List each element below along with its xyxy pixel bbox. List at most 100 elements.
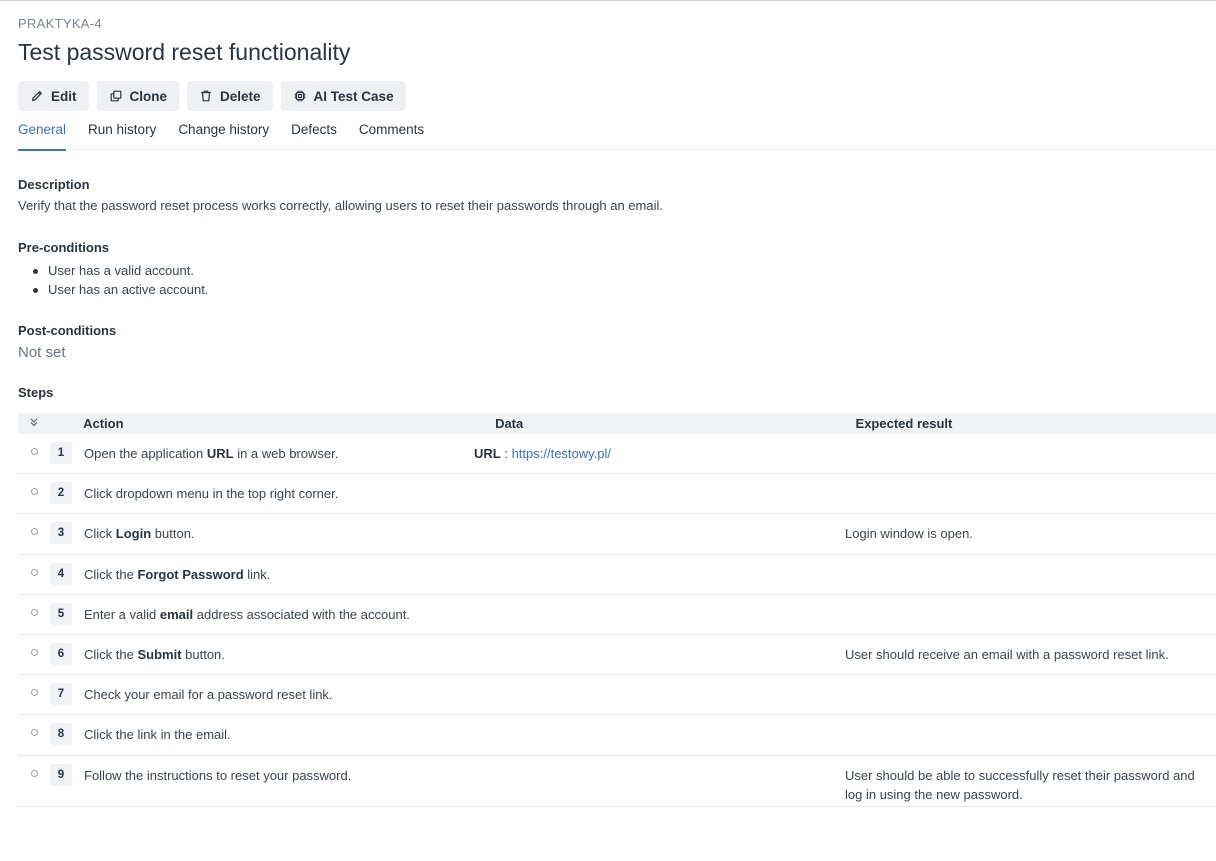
step-data-key: URL xyxy=(474,446,501,461)
chevrons-down-icon xyxy=(28,416,40,431)
step-action-text: in a web browser. xyxy=(233,446,339,461)
step-drag-handle[interactable] xyxy=(18,524,50,536)
step-drag-handle[interactable] xyxy=(18,725,50,737)
step-expected-result: Login window is open. xyxy=(845,526,973,542)
table-row[interactable]: 7 Check your email for a password reset l… xyxy=(18,675,1216,716)
table-row[interactable]: 8 Click the link in the email. xyxy=(18,715,1216,756)
steps-rows: 1 Open the application URL in a web brows… xyxy=(18,434,1216,807)
step-action-text: Click the xyxy=(84,646,138,662)
step-action: Check your email for a password reset li… xyxy=(84,685,474,704)
step-action-keyword: Forgot Password xyxy=(137,566,244,582)
table-row[interactable]: 3 Click Login button. Login window is open… xyxy=(18,514,1216,555)
step-expected-result: User should be able to successfully rese… xyxy=(845,767,1195,802)
circle-icon xyxy=(30,568,38,576)
chip-icon xyxy=(293,89,307,103)
step-action-text: button. xyxy=(181,646,225,662)
step-drag-handle[interactable] xyxy=(18,565,50,576)
tab-defects[interactable]: Defects xyxy=(291,120,337,150)
list-item: User has an active account. xyxy=(18,280,1216,299)
steps-section: Steps Action Data Expected result 1 Open … xyxy=(18,385,1216,807)
step-drag-handle[interactable] xyxy=(18,645,50,656)
step-action-text: Open the application xyxy=(84,446,207,461)
table-row[interactable]: 2 Click dropdown menu in the top right co… xyxy=(18,474,1216,515)
table-row[interactable]: 6 Click the Submit button. User should rec… xyxy=(18,635,1216,676)
step-action-text: Click the xyxy=(84,566,138,582)
step-drag-handle[interactable] xyxy=(18,766,50,777)
clone-button-label: Clone xyxy=(129,88,168,104)
delete-button-label: Delete xyxy=(220,88,261,104)
step-action: Click the Submit button. xyxy=(84,645,474,664)
step-action: Click the link in the email. xyxy=(84,725,474,744)
header-data: Data xyxy=(495,416,524,431)
delete-button[interactable]: Delete xyxy=(187,81,273,111)
step-action-keyword: Submit xyxy=(137,646,182,662)
step-action-keyword: Login xyxy=(115,526,152,542)
step-action-text: Follow the instructions to reset your pa… xyxy=(84,767,352,783)
step-drag-handle[interactable] xyxy=(18,685,50,697)
circle-icon xyxy=(30,488,38,496)
step-drag-handle[interactable] xyxy=(18,605,50,616)
header-expected-result: Expected result xyxy=(855,416,953,431)
circle-icon xyxy=(30,448,38,455)
edit-button-label: Edit xyxy=(51,88,77,104)
description-text: Verify that the password reset process w… xyxy=(18,198,663,213)
step-number: 8 xyxy=(50,723,72,746)
postconditions-section: Post-conditions Not set xyxy=(18,323,1216,361)
copy-icon xyxy=(109,89,123,103)
edit-button[interactable]: Edit xyxy=(18,81,89,111)
circle-icon xyxy=(30,689,38,697)
step-number: 6 xyxy=(50,642,72,665)
circle-icon xyxy=(30,608,38,616)
step-action-keyword: email xyxy=(159,606,194,622)
circle-icon xyxy=(30,729,38,737)
step-data-separator: : xyxy=(500,446,512,461)
steps-table: Action Data Expected result 1 Open the ap… xyxy=(18,413,1216,807)
table-row[interactable]: 9 Follow the instructions to reset your p… xyxy=(18,756,1216,807)
step-number: 2 xyxy=(50,482,72,505)
trash-icon xyxy=(199,89,213,103)
step-action: Enter a valid email address associated w… xyxy=(84,605,474,624)
ai-test-case-button-label: AI Test Case xyxy=(313,88,394,104)
test-case-page: PRAKTYKA-4 Test password reset functiona… xyxy=(0,0,1216,807)
step-number: 3 xyxy=(50,522,72,545)
step-action: Click dropdown menu in the top right cor… xyxy=(84,484,474,503)
tab-change-history[interactable]: Change history xyxy=(178,120,269,150)
table-row[interactable]: 4 Click the Forgot Password link. xyxy=(18,555,1216,595)
step-expected-result: User should receive an email with a pass… xyxy=(845,646,1169,662)
page-title: Test password reset functionality xyxy=(18,39,351,65)
tab-general[interactable]: General xyxy=(18,120,67,151)
toolbar: Edit Clone Delete AI Test Case xyxy=(18,81,1216,111)
circle-icon xyxy=(30,528,38,536)
step-number: 7 xyxy=(50,683,72,706)
step-drag-handle[interactable] xyxy=(18,444,50,455)
header-action: Action xyxy=(83,416,124,431)
step-data-link[interactable]: https://testowy.pl/ xyxy=(512,446,611,461)
step-action: Follow the instructions to reset your pa… xyxy=(84,766,474,785)
description-label: Description xyxy=(18,177,90,192)
step-data: URL : https://testowy.pl/ xyxy=(474,444,845,463)
steps-label: Steps xyxy=(18,385,54,400)
circle-icon xyxy=(30,648,38,656)
tab-run-history[interactable]: Run history xyxy=(88,120,156,150)
postconditions-value: Not set xyxy=(18,344,66,361)
postconditions-label: Post-conditions xyxy=(18,323,117,338)
step-action-text: Check your email for a password reset li… xyxy=(84,687,333,703)
collapse-all-toggle[interactable] xyxy=(18,416,49,431)
list-item: User has a valid account. xyxy=(18,261,1216,280)
step-action-text: button. xyxy=(151,526,195,542)
step-action: Click the Forgot Password link. xyxy=(84,565,474,584)
step-drag-handle[interactable] xyxy=(18,484,50,496)
step-action-text: Enter a valid xyxy=(84,606,160,622)
step-number: 9 xyxy=(50,763,72,786)
table-row[interactable]: 1 Open the application URL in a web brows… xyxy=(18,434,1216,475)
steps-header-row: Action Data Expected result xyxy=(18,413,1216,434)
step-action: Click Login button. xyxy=(84,524,474,543)
step-action-text: Click dropdown menu in the top right cor… xyxy=(84,486,339,502)
table-row[interactable]: 5 Enter a valid email address associated … xyxy=(18,595,1216,635)
preconditions-label: Pre-conditions xyxy=(18,240,110,255)
tab-comments[interactable]: Comments xyxy=(359,120,424,150)
window-top-border xyxy=(0,0,1216,1)
clone-button[interactable]: Clone xyxy=(96,81,180,111)
step-action: Open the application URL in a web browse… xyxy=(84,444,474,463)
ai-test-case-button[interactable]: AI Test Case xyxy=(280,81,406,111)
